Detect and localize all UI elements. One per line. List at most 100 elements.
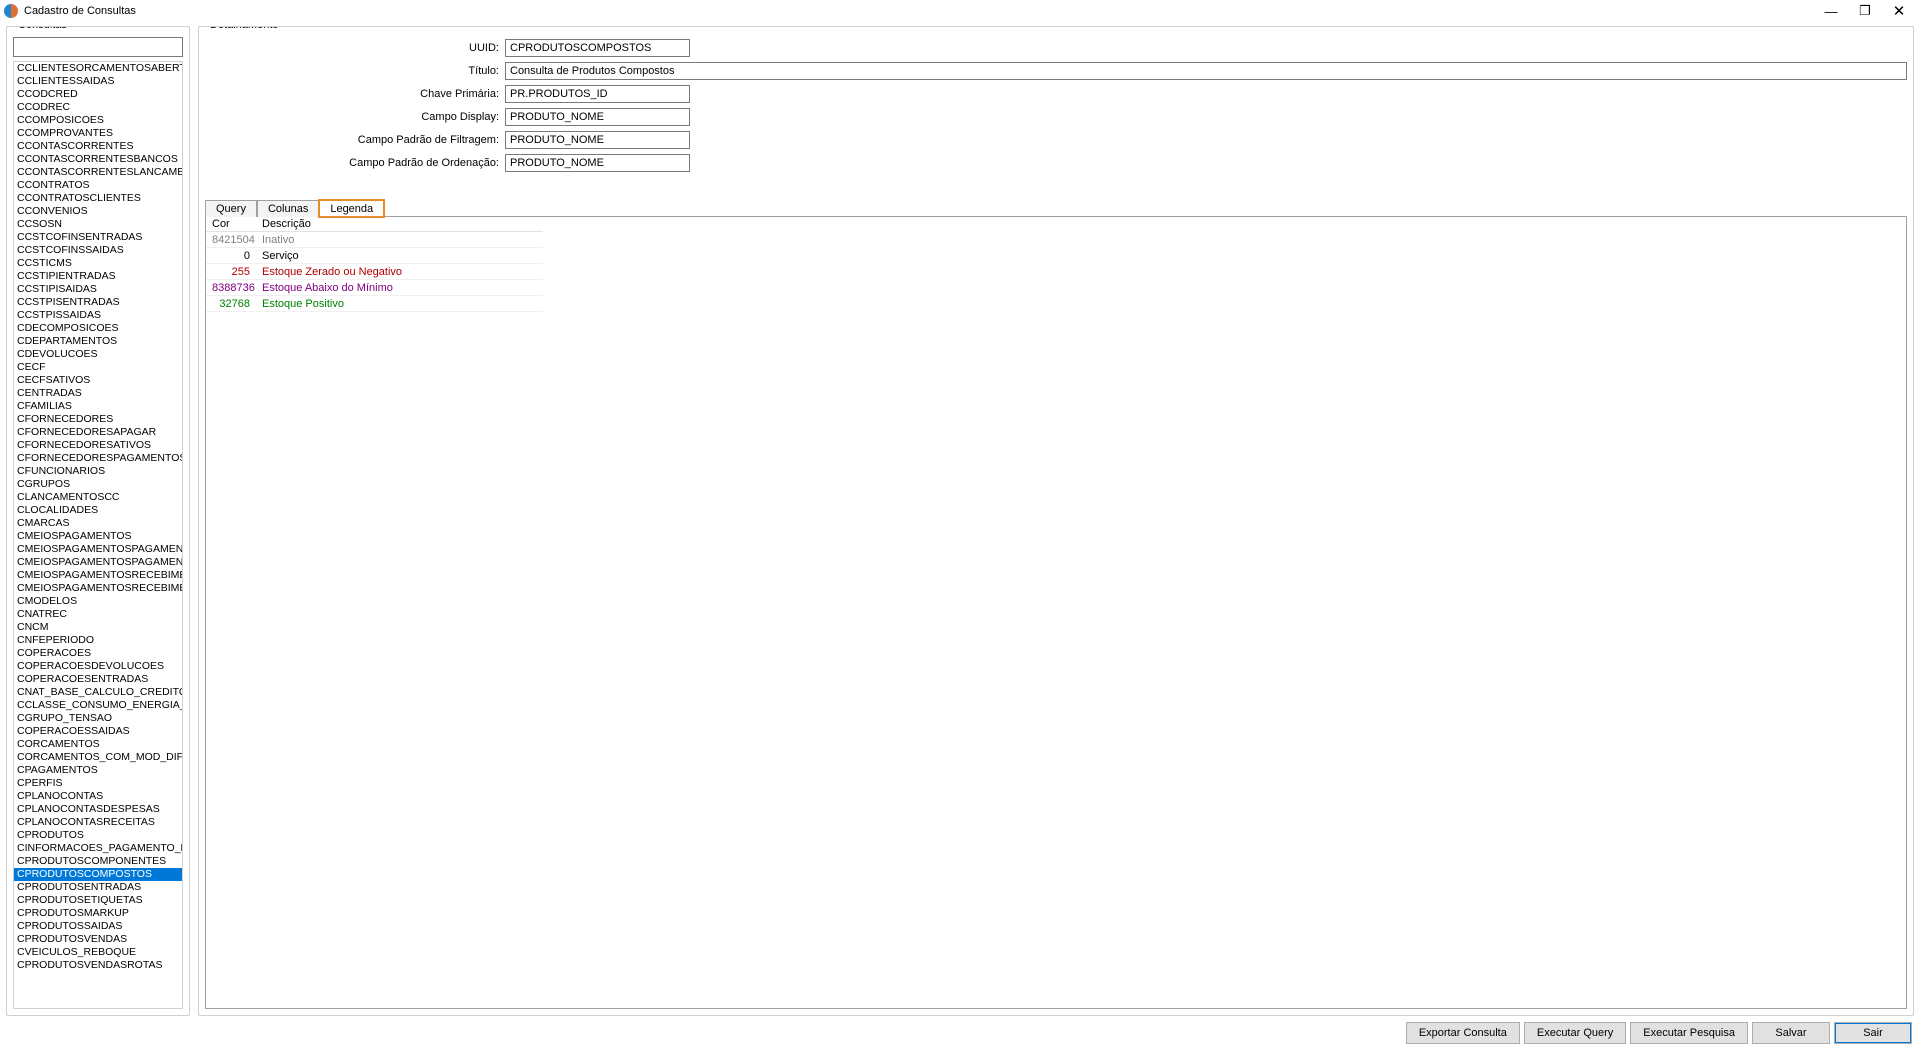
executar-pesquisa-button[interactable]: Executar Pesquisa xyxy=(1630,1022,1748,1044)
campo-display-field[interactable] xyxy=(505,108,690,126)
list-item[interactable]: CINFORMACOES_PAGAMENTO_MDFE xyxy=(14,842,182,855)
close-button[interactable]: ✕ xyxy=(1882,1,1916,21)
legend-table[interactable]: Cor Descrição 8421504Inativo0Serviço255E… xyxy=(206,217,1906,1008)
list-item[interactable]: CLOCALIDADES xyxy=(14,504,182,517)
campo-ordenacao-label: Campo Padrão de Ordenação: xyxy=(205,157,505,169)
list-item[interactable]: CFORNECEDORESATIVOS xyxy=(14,439,182,452)
list-item[interactable]: CORCAMENTOS_COM_MOD_DIF_2D xyxy=(14,751,182,764)
list-item[interactable]: CCOMPROVANTES xyxy=(14,127,182,140)
list-item[interactable]: CCSTIPISAIDAS xyxy=(14,283,182,296)
list-item[interactable]: CPRODUTOSCOMPONENTES xyxy=(14,855,182,868)
list-item[interactable]: CPRODUTOSCOMPOSTOS xyxy=(14,868,182,881)
titulo-field[interactable] xyxy=(505,62,1907,80)
list-item[interactable]: CPRODUTOSSAIDAS xyxy=(14,920,182,933)
list-item[interactable]: CMEIOSPAGAMENTOS xyxy=(14,530,182,543)
list-item[interactable]: CPLANOCONTASRECEITAS xyxy=(14,816,182,829)
consultas-list[interactable]: CCLIENTESORCAMENTOSABERTOSCCLIENTESSAIDA… xyxy=(14,62,182,1008)
list-item[interactable]: CMEIOSPAGAMENTOSRECEBIMENTOS xyxy=(14,569,182,582)
legend-cell-descricao: Serviço xyxy=(256,250,543,262)
list-item[interactable]: CFUNCIONARIOS xyxy=(14,465,182,478)
list-item[interactable]: CENTRADAS xyxy=(14,387,182,400)
list-item[interactable]: CCOMPOSICOES xyxy=(14,114,182,127)
list-item[interactable]: CNFEPERIODO xyxy=(14,634,182,647)
list-item[interactable]: CCONTRATOS xyxy=(14,179,182,192)
list-item[interactable]: CORCAMENTOS xyxy=(14,738,182,751)
list-item[interactable]: CMARCAS xyxy=(14,517,182,530)
list-item[interactable]: CCODREC xyxy=(14,101,182,114)
legend-cell-descricao: Inativo xyxy=(256,234,543,246)
list-item[interactable]: COPERACOESSAIDAS xyxy=(14,725,182,738)
list-item[interactable]: CMODELOS xyxy=(14,595,182,608)
list-item[interactable]: CCSTIPIENTRADAS xyxy=(14,270,182,283)
list-item[interactable]: CCLASSE_CONSUMO_ENERGIA_GAS xyxy=(14,699,182,712)
list-item[interactable]: CCONTASCORRENTESBANCOS xyxy=(14,153,182,166)
list-item[interactable]: CVEICULOS_REBOQUE xyxy=(14,946,182,959)
list-item[interactable]: CCLIENTESORCAMENTOSABERTOS xyxy=(14,62,182,75)
list-item[interactable]: CLANCAMENTOSCC xyxy=(14,491,182,504)
list-item[interactable]: CCSTCOFINSENTRADAS xyxy=(14,231,182,244)
list-item[interactable]: CECFSATIVOS xyxy=(14,374,182,387)
list-item[interactable]: CCONVENIOS xyxy=(14,205,182,218)
table-row[interactable]: 0Serviço xyxy=(206,248,543,264)
maximize-button[interactable]: ❐ xyxy=(1848,1,1882,21)
uuid-field[interactable] xyxy=(505,39,690,57)
list-item[interactable]: CCSOSN xyxy=(14,218,182,231)
list-item[interactable]: CPRODUTOSMARKUP xyxy=(14,907,182,920)
campo-ordenacao-field[interactable] xyxy=(505,154,690,172)
tab-legenda[interactable]: Legenda xyxy=(319,200,384,217)
list-item[interactable]: CPRODUTOSVENDAS xyxy=(14,933,182,946)
campo-filtragem-field[interactable] xyxy=(505,131,690,149)
list-item[interactable]: CGRUPO_TENSAO xyxy=(14,712,182,725)
list-item[interactable]: CFORNECEDORESAPAGAR xyxy=(14,426,182,439)
list-item[interactable]: CCONTRATOSCLIENTES xyxy=(14,192,182,205)
list-item[interactable]: CCSTPISSAIDAS xyxy=(14,309,182,322)
campo-display-label: Campo Display: xyxy=(205,111,505,123)
list-item[interactable]: CECF xyxy=(14,361,182,374)
list-item[interactable]: CCLIENTESSAIDAS xyxy=(14,75,182,88)
list-item[interactable]: CCSTPISENTRADAS xyxy=(14,296,182,309)
salvar-button[interactable]: Salvar xyxy=(1752,1022,1830,1044)
list-item[interactable]: CDEPARTAMENTOS xyxy=(14,335,182,348)
list-item[interactable]: CCODCRED xyxy=(14,88,182,101)
list-item[interactable]: CNATREC xyxy=(14,608,182,621)
chave-primaria-field[interactable] xyxy=(505,85,690,103)
table-row[interactable]: 8421504Inativo xyxy=(206,232,543,248)
list-item[interactable]: CNCM xyxy=(14,621,182,634)
list-item[interactable]: CPLANOCONTAS xyxy=(14,790,182,803)
list-item[interactable]: CMEIOSPAGAMENTOSPAGAMENTOS xyxy=(14,543,182,556)
list-item[interactable]: CNAT_BASE_CALCULO_CREDITO xyxy=(14,686,182,699)
list-item[interactable]: CPRODUTOSENTRADAS xyxy=(14,881,182,894)
table-row[interactable]: 8388736Estoque Abaixo do Mínimo xyxy=(206,280,543,296)
list-item[interactable]: CFORNECEDORES xyxy=(14,413,182,426)
list-item[interactable]: CPLANOCONTASDESPESAS xyxy=(14,803,182,816)
legend-cell-descricao: Estoque Abaixo do Mínimo xyxy=(256,282,543,294)
tab-query[interactable]: Query xyxy=(205,200,257,217)
executar-query-button[interactable]: Executar Query xyxy=(1524,1022,1626,1044)
list-item[interactable]: CMEIOSPAGAMENTOSRECEBIMENTOSAR xyxy=(14,582,182,595)
list-item[interactable]: CDEVOLUCOES xyxy=(14,348,182,361)
minimize-button[interactable]: — xyxy=(1814,1,1848,21)
list-item[interactable]: CCSTICMS xyxy=(14,257,182,270)
table-row[interactable]: 255Estoque Zerado ou Negativo xyxy=(206,264,543,280)
sair-button[interactable]: Sair xyxy=(1834,1022,1912,1044)
table-row[interactable]: 32768Estoque Positivo xyxy=(206,296,543,312)
list-item[interactable]: CPRODUTOS xyxy=(14,829,182,842)
list-item[interactable]: CPERFIS xyxy=(14,777,182,790)
list-item[interactable]: COPERACOESDEVOLUCOES xyxy=(14,660,182,673)
tab-colunas[interactable]: Colunas xyxy=(257,200,319,217)
list-item[interactable]: CCONTASCORRENTES xyxy=(14,140,182,153)
list-item[interactable]: CFORNECEDORESPAGAMENTOS xyxy=(14,452,182,465)
list-item[interactable]: CPRODUTOSVENDASROTAS xyxy=(14,959,182,972)
list-item[interactable]: COPERACOESENTRADAS xyxy=(14,673,182,686)
exportar-consulta-button[interactable]: Exportar Consulta xyxy=(1406,1022,1520,1044)
list-item[interactable]: CGRUPOS xyxy=(14,478,182,491)
list-item[interactable]: CFAMILIAS xyxy=(14,400,182,413)
list-item[interactable]: COPERACOES xyxy=(14,647,182,660)
list-item[interactable]: CDECOMPOSICOES xyxy=(14,322,182,335)
list-item[interactable]: CCSTCOFINSSAIDAS xyxy=(14,244,182,257)
search-input[interactable] xyxy=(13,37,183,57)
list-item[interactable]: CPRODUTOSETIQUETAS xyxy=(14,894,182,907)
list-item[interactable]: CCONTASCORRENTESLANCAMENTOS xyxy=(14,166,182,179)
list-item[interactable]: CMEIOSPAGAMENTOSPAGAMENTOSAP xyxy=(14,556,182,569)
list-item[interactable]: CPAGAMENTOS xyxy=(14,764,182,777)
